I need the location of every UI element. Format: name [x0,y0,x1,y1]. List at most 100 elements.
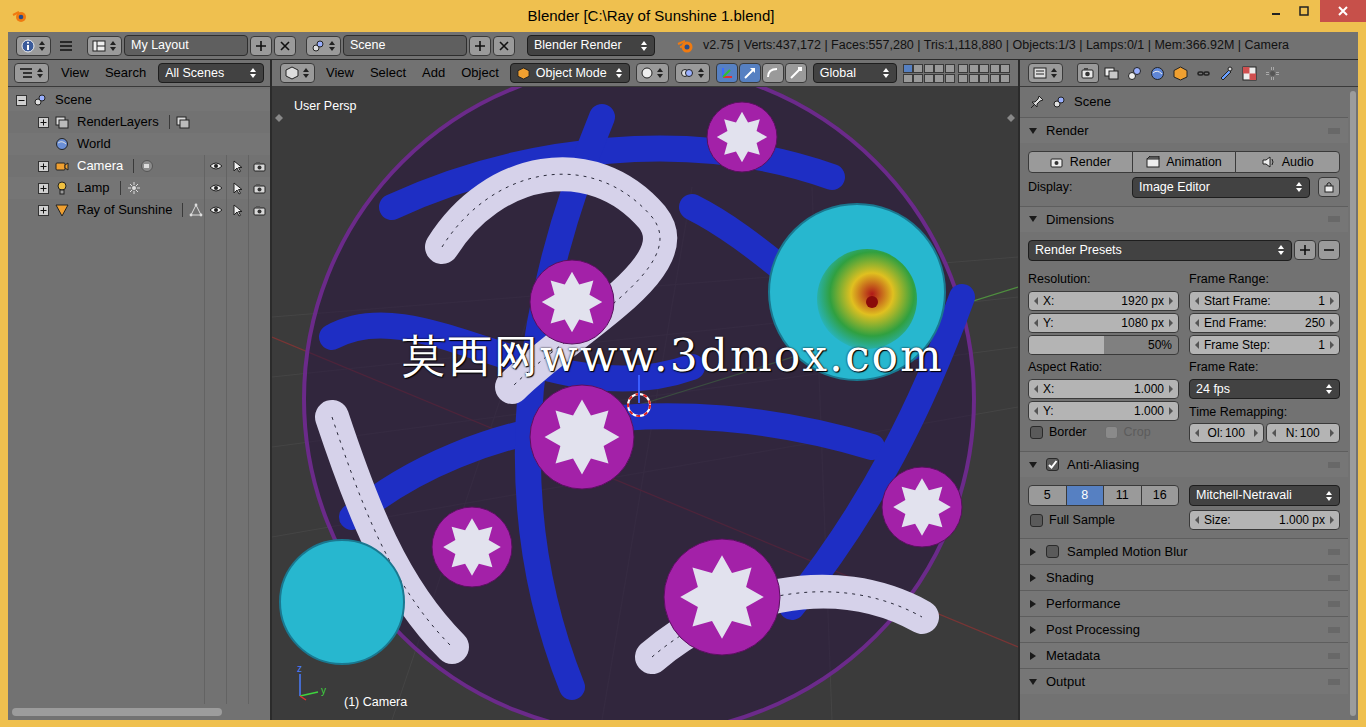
rotate-manipulator-button[interactable] [762,63,784,83]
outliner-label[interactable]: World [75,134,111,154]
decrement-icon[interactable] [1033,385,1039,393]
scene-browse-button[interactable] [306,36,341,56]
increment-icon[interactable] [1168,319,1174,327]
x-icon[interactable] [498,40,510,52]
layer-button[interactable] [969,64,979,73]
decrement-icon[interactable] [1033,297,1039,305]
aa-samples-button[interactable]: 16 [1141,485,1180,506]
collapse-icon[interactable] [1028,214,1038,224]
collapse-icon[interactable] [1028,126,1038,136]
expand-icon[interactable] [1028,651,1038,661]
editor-type-button[interactable] [1028,63,1063,83]
scale-manipulator-button[interactable] [785,63,807,83]
panel-header[interactable]: Render [1020,117,1348,143]
resolution-field[interactable]: Y:1080 px [1028,313,1179,333]
texture-tab[interactable] [1238,63,1260,83]
panel-header[interactable]: Performance [1020,590,1348,616]
display-dropdown[interactable]: Image Editor [1132,177,1310,198]
panel-header[interactable]: Sampled Motion Blur [1020,538,1348,564]
add-preset-button[interactable] [1294,240,1316,260]
layer-button[interactable] [924,64,934,73]
scene-name-field[interactable]: Scene [343,35,467,56]
decrement-icon[interactable] [1194,297,1200,305]
outliner-item[interactable]: Scene [8,89,270,111]
drag-grip-icon[interactable] [1328,575,1340,581]
layer-button[interactable] [990,74,1000,83]
layer-button[interactable] [969,74,979,83]
layer-button[interactable] [934,64,944,73]
increment-icon[interactable] [1329,341,1335,349]
horizontal-scrollbar[interactable] [12,708,222,716]
display-mode-dropdown[interactable]: All Scenes [158,63,264,84]
render-camera-icon[interactable] [253,205,266,216]
minimize-button[interactable] [1262,0,1290,22]
decrement-icon[interactable] [1194,341,1200,349]
collapse-icon[interactable] [1028,677,1038,687]
delete-layout-button[interactable] [274,36,296,56]
drag-grip-icon[interactable] [1328,627,1340,633]
layout-name-field[interactable]: My Layout [124,35,248,56]
increment-icon[interactable] [1168,297,1174,305]
time-remap-field[interactable]: Ol:100 [1189,423,1264,443]
editor-type-button[interactable] [280,63,315,83]
expand-icon[interactable] [38,205,49,216]
frame-range-field[interactable]: Frame Step:1 [1189,335,1340,355]
resolution-field[interactable]: X:1920 px [1028,291,1179,311]
layer-button[interactable] [945,64,955,73]
menu-item[interactable]: View [321,63,359,83]
editor-type-button[interactable] [14,63,49,83]
layer-button[interactable] [1000,64,1010,73]
render-camera-icon[interactable] [253,161,266,172]
eye-open-icon[interactable] [209,161,223,171]
render-camera-icon[interactable] [253,183,266,194]
decrement-icon[interactable] [1033,319,1039,327]
expand-icon[interactable] [1028,573,1038,583]
remove-preset-button[interactable] [1318,240,1340,260]
frame-range-field[interactable]: End Frame:250 [1189,313,1340,333]
panel-header[interactable]: Anti-Aliasing [1020,451,1348,477]
layer-button[interactable] [990,64,1000,73]
aa-filter-dropdown[interactable]: Mitchell-Netravali [1189,485,1340,506]
expand-icon[interactable] [38,117,49,128]
aa-samples-button[interactable]: 8 [1066,485,1105,506]
physics-tab[interactable] [1261,63,1283,83]
layer-button[interactable] [958,74,968,83]
full-sample-checkbox[interactable]: Full Sample [1030,510,1177,530]
increment-icon[interactable] [1168,385,1174,393]
object-tab[interactable] [1169,63,1191,83]
menu-item[interactable]: Object [456,63,504,83]
layer-button[interactable] [913,74,923,83]
layer-button[interactable] [913,64,923,73]
maximize-button[interactable] [1290,0,1318,22]
expand-icon[interactable] [1028,599,1038,609]
panel-header[interactable]: Metadata [1020,642,1348,668]
menu-collapse-icon[interactable] [59,40,73,52]
plus-icon[interactable] [255,40,267,52]
layer-button[interactable] [903,64,913,73]
minus-icon[interactable] [1323,244,1335,256]
menu-item[interactable]: View [57,63,93,83]
drag-grip-icon[interactable] [1328,128,1340,134]
frame-rate-dropdown[interactable]: 24 fps [1189,379,1340,400]
increment-icon[interactable] [1253,429,1259,437]
manipulator-toggle[interactable] [716,63,738,83]
render_layers-tab[interactable] [1100,63,1122,83]
increment-icon[interactable] [1329,319,1335,327]
increment-icon[interactable] [1329,429,1335,437]
panel-header[interactable]: Dimensions [1020,206,1348,232]
decrement-icon[interactable] [1194,319,1200,327]
panel-header[interactable]: Post Processing [1020,616,1348,642]
outliner-label[interactable]: Lamp [75,178,110,198]
layer-button[interactable] [1000,74,1010,83]
expand-icon[interactable] [1028,625,1038,635]
region-toggle-left-icon[interactable] [274,113,284,123]
expand-icon[interactable] [38,183,49,194]
layout-browse-button[interactable] [87,36,122,56]
render-presets-dropdown[interactable]: Render Presets [1028,240,1292,261]
drag-grip-icon[interactable] [1328,549,1340,555]
viewport-canvas[interactable]: User Persp(1) Camerazy莫西网www.3dmox.com [272,87,1018,720]
decrement-icon[interactable] [1194,429,1200,437]
render-engine-dropdown[interactable]: Blender Render [527,35,655,56]
orientation-dropdown[interactable]: Global [813,63,897,84]
menu-item[interactable]: Add [417,63,450,83]
